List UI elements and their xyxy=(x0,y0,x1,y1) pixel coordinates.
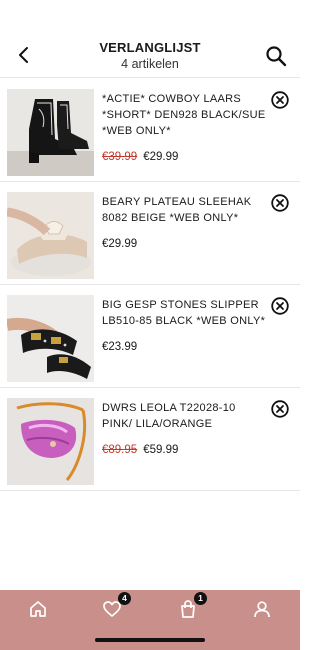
price-row: €29.99 xyxy=(102,238,266,250)
home-indicator xyxy=(95,638,205,642)
home-icon xyxy=(30,601,46,617)
chevron-left-icon xyxy=(19,47,28,63)
current-price: €29.99 xyxy=(102,238,138,250)
product-name[interactable]: BIG GESP STONES SLIPPER LB510-85 BLACK *… xyxy=(102,297,266,329)
list-item[interactable]: BEARY PLATEAU SLEEHAK 8082 BEIGE *WEB ON… xyxy=(0,182,300,285)
page-title: VERLANGLIJST xyxy=(99,40,201,55)
remove-button[interactable] xyxy=(271,297,289,315)
remove-button[interactable] xyxy=(271,194,289,212)
product-image[interactable] xyxy=(7,89,94,176)
wishlist: *ACTIE* COWBOY LAARS *SHORT* DEN928 BLAC… xyxy=(0,79,300,491)
wishlist-count-badge: 4 xyxy=(118,592,131,605)
current-price: €23.99 xyxy=(102,341,138,353)
cart-count-badge: 1 xyxy=(194,592,207,605)
boot-image xyxy=(7,89,94,176)
slipper-image xyxy=(7,295,94,382)
search-icon xyxy=(266,46,287,67)
product-image[interactable] xyxy=(7,192,94,279)
tab-account[interactable] xyxy=(251,598,273,620)
product-name[interactable]: BEARY PLATEAU SLEEHAK 8082 BEIGE *WEB ON… xyxy=(102,194,266,226)
current-price: €29.99 xyxy=(143,151,179,163)
close-circle-icon xyxy=(271,400,289,418)
list-item[interactable]: DWRS LEOLA T22028-10 PINK/ LILA/ORANGE €… xyxy=(0,388,300,491)
product-image[interactable] xyxy=(7,398,94,485)
app-header: VERLANGLIJST 4 artikelen xyxy=(0,0,300,78)
search-button[interactable] xyxy=(264,44,288,68)
old-price: €89.95 xyxy=(102,444,138,456)
close-circle-icon xyxy=(271,194,289,212)
old-price: €39.99 xyxy=(102,151,138,163)
close-circle-icon xyxy=(271,297,289,315)
product-name[interactable]: *ACTIE* COWBOY LAARS *SHORT* DEN928 BLAC… xyxy=(102,91,266,139)
list-item[interactable]: *ACTIE* COWBOY LAARS *SHORT* DEN928 BLAC… xyxy=(0,79,300,182)
item-info: *ACTIE* COWBOY LAARS *SHORT* DEN928 BLAC… xyxy=(102,91,266,163)
item-info: BEARY PLATEAU SLEEHAK 8082 BEIGE *WEB ON… xyxy=(102,194,266,250)
product-image[interactable] xyxy=(7,295,94,382)
current-price: €59.99 xyxy=(143,444,179,456)
sandal-image xyxy=(7,192,94,279)
price-row: €23.99 xyxy=(102,341,266,353)
item-count: 4 artikelen xyxy=(121,57,179,71)
tab-cart[interactable]: 1 xyxy=(177,592,207,620)
tab-bar: 4 1 xyxy=(0,590,300,650)
remove-button[interactable] xyxy=(271,400,289,418)
list-item[interactable]: BIG GESP STONES SLIPPER LB510-85 BLACK *… xyxy=(0,285,300,388)
price-row: €39.99 €29.99 xyxy=(102,151,266,163)
close-circle-icon xyxy=(271,91,289,109)
item-info: DWRS LEOLA T22028-10 PINK/ LILA/ORANGE €… xyxy=(102,400,266,456)
tab-home[interactable] xyxy=(27,598,49,620)
item-info: BIG GESP STONES SLIPPER LB510-85 BLACK *… xyxy=(102,297,266,353)
product-name[interactable]: DWRS LEOLA T22028-10 PINK/ LILA/ORANGE xyxy=(102,400,266,432)
title-block: VERLANGLIJST 4 artikelen xyxy=(50,40,250,71)
bag-image xyxy=(7,398,94,485)
remove-button[interactable] xyxy=(271,91,289,109)
tab-wishlist[interactable]: 4 xyxy=(101,592,131,620)
back-button[interactable] xyxy=(12,44,34,66)
user-icon xyxy=(254,601,270,618)
price-row: €89.95 €59.99 xyxy=(102,444,266,456)
